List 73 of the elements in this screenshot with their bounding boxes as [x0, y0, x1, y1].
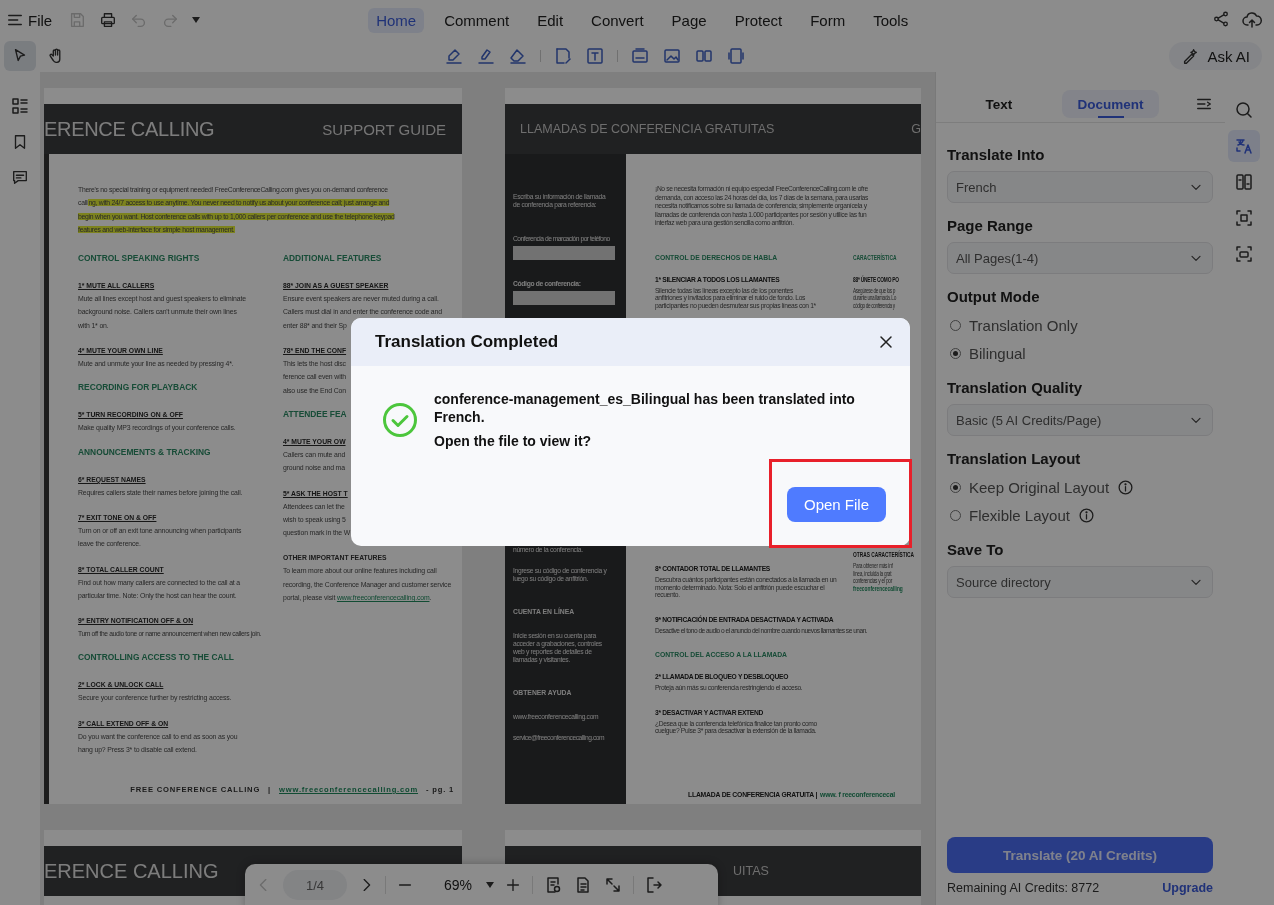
- search-icon[interactable]: [1234, 100, 1254, 120]
- field-label: Translation Quality: [947, 378, 1084, 398]
- header-subtitle: G: [911, 122, 921, 136]
- scan-icon[interactable]: [630, 46, 650, 66]
- share-icon[interactable]: [1212, 10, 1230, 28]
- section-heading: CONTROLLING ACCESS TO THE CALL: [78, 651, 234, 665]
- menu-tab[interactable]: Comment: [436, 7, 518, 33]
- eraser-icon[interactable]: [508, 46, 528, 66]
- dropdown[interactable]: Basic (5 AI Credits/Page): [947, 404, 1213, 436]
- file-menu[interactable]: File: [28, 11, 53, 29]
- field-label: Translation Layout: [947, 449, 1082, 469]
- menu-tab[interactable]: Form: [802, 7, 854, 33]
- print-icon[interactable]: [99, 11, 118, 29]
- header-title: ERENCE CALLING: [44, 117, 215, 141]
- header-title: UITAS: [733, 864, 769, 878]
- menu-tab[interactable]: Page: [663, 7, 715, 33]
- capture-icon[interactable]: [1234, 244, 1254, 264]
- translate-button[interactable]: Translate (20 AI Credits): [947, 837, 1213, 873]
- compare-icon[interactable]: [1234, 172, 1254, 192]
- pen-sparkle-icon: [1181, 47, 1200, 65]
- translate-icon[interactable]: [1234, 136, 1254, 156]
- ask-ai-button[interactable]: Ask AI: [1169, 42, 1262, 70]
- text-box-icon[interactable]: [585, 46, 605, 66]
- info-icon[interactable]: [1117, 478, 1135, 496]
- menu-tab[interactable]: Protect: [726, 7, 791, 33]
- section-heading: ATTENDEE FEA: [283, 407, 347, 421]
- section-heading: RECORDING FOR PLAYBACK: [78, 381, 198, 395]
- panel-tab[interactable]: Document: [1062, 90, 1159, 118]
- credits-text: Remaining AI Credits: 8772: [947, 881, 1100, 895]
- crop-icon[interactable]: [1234, 208, 1254, 228]
- menu-tab[interactable]: Home: [368, 7, 425, 33]
- field-label: Output Mode: [947, 287, 1041, 307]
- dialog-title: Translation Completed: [375, 332, 559, 352]
- menu-tab[interactable]: Edit: [529, 7, 572, 33]
- open-file-button[interactable]: Open File: [787, 487, 886, 522]
- cloud-upload-icon[interactable]: [1242, 10, 1262, 30]
- dropdown[interactable]: All Pages(1-4): [947, 242, 1213, 274]
- comment-icon[interactable]: [11, 168, 29, 186]
- menu-tab[interactable]: Tools: [865, 7, 917, 33]
- zoom-level[interactable]: 69%: [444, 877, 473, 893]
- radio-label[interactable]: Flexible Layout: [969, 506, 1070, 524]
- field-label: Translate Into: [947, 145, 1046, 165]
- radio-label[interactable]: Translation Only: [969, 316, 1078, 334]
- menu-tab[interactable]: Convert: [583, 7, 652, 33]
- image-icon[interactable]: [662, 46, 682, 66]
- section-heading: CONTROL SPEAKING RIGHTS: [78, 252, 200, 266]
- field-label: Page Range: [947, 216, 1034, 236]
- dropdown[interactable]: Source directory: [947, 566, 1213, 598]
- header-subtitle: SUPPORT GUIDE: [322, 120, 446, 138]
- select-tool[interactable]: [4, 41, 36, 71]
- dialog-question: Open the file to view it?: [434, 432, 593, 450]
- document-icon[interactable]: [726, 46, 746, 66]
- section-heading: ADDITIONAL FEATURES: [283, 252, 382, 266]
- check-circle-icon: [382, 402, 418, 438]
- dropdown-caret-icon[interactable]: [486, 882, 495, 888]
- thumbnails-icon[interactable]: [10, 96, 30, 116]
- radio-label[interactable]: Keep Original Layout: [969, 478, 1110, 496]
- dialog-message: conference-management_es_Bilingual has been translated into French.: [434, 390, 856, 426]
- info-icon[interactable]: [1077, 506, 1095, 524]
- upgrade-link[interactable]: Upgrade: [1162, 881, 1213, 895]
- note-icon[interactable]: [553, 46, 573, 66]
- page-number-field[interactable]: 1/4: [283, 870, 347, 900]
- dropdown-caret-icon[interactable]: [192, 17, 201, 23]
- pen-icon[interactable]: [476, 46, 496, 66]
- panel-tab[interactable]: Text: [936, 90, 1062, 118]
- header-title: ERENCE CALLING: [44, 859, 219, 883]
- exit-icon[interactable]: [644, 875, 665, 895]
- header-title: LLAMADAS DE CONFERENCIA GRATUITAS: [520, 122, 775, 136]
- highlighter-icon[interactable]: [444, 46, 464, 66]
- radio-label[interactable]: Bilingual: [969, 344, 1026, 362]
- section-heading: ANNOUNCEMENTS & TRACKING: [78, 445, 211, 459]
- dropdown[interactable]: French: [947, 171, 1213, 203]
- field-label: Save To: [947, 540, 1005, 560]
